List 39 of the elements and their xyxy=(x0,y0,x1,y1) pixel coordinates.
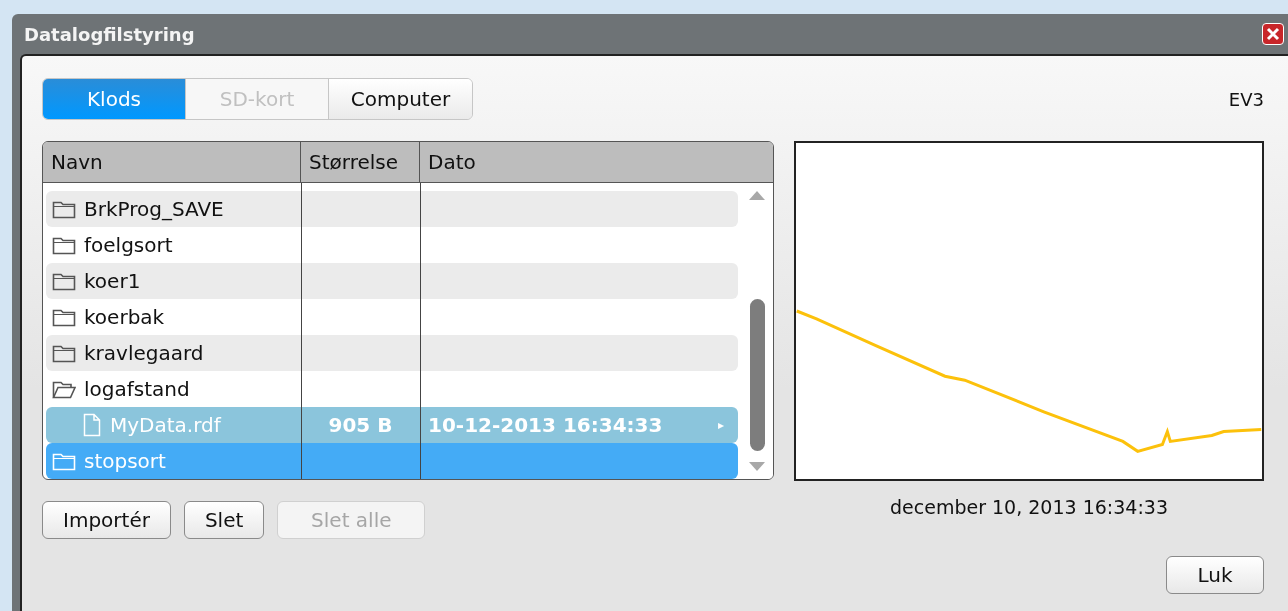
file-name: koer1 xyxy=(84,268,141,295)
expand-arrow: ▸ xyxy=(718,417,726,434)
action-button[interactable]: Importér xyxy=(42,501,171,539)
folder-icon xyxy=(52,343,76,363)
folder-icon xyxy=(52,271,76,291)
folder-icon xyxy=(52,235,76,255)
file-size: 905 B xyxy=(327,412,394,439)
file-icon xyxy=(82,413,102,437)
folder-icon xyxy=(52,451,76,471)
folder-icon xyxy=(52,307,76,327)
window-title: Datalogfilstyring xyxy=(24,22,195,47)
file-row[interactable]: logafstand xyxy=(46,371,738,407)
column-header: Navn xyxy=(43,142,301,182)
file-name: MyData.rdf xyxy=(110,412,221,439)
close-button[interactable]: Luk xyxy=(1166,556,1264,594)
column-header: Dato xyxy=(427,149,477,176)
close-icon[interactable] xyxy=(1262,23,1284,45)
action-button[interactable]: Slet xyxy=(183,501,265,539)
file-name: kravlegaard xyxy=(84,340,204,367)
scroll-down-icon[interactable] xyxy=(748,461,766,473)
column-header: Størrelse xyxy=(301,142,420,182)
chart-caption: december 10, 2013 16:34:33 xyxy=(890,495,1168,520)
file-row[interactable]: koer1 xyxy=(46,263,738,299)
file-row[interactable]: kravlegaard xyxy=(46,335,738,371)
device-label: EV3 xyxy=(1228,88,1264,112)
file-row[interactable]: foelgsort xyxy=(46,227,738,263)
folder-icon xyxy=(52,199,76,219)
file-name: stopsort xyxy=(84,448,166,475)
file-name: koerbak xyxy=(84,304,165,331)
file-date: 10-12-2013 16:34:33 xyxy=(427,412,664,439)
file-row[interactable]: BrkProg_SAVE xyxy=(46,191,738,227)
file-name: logafstand xyxy=(84,376,190,403)
file-name: BrkProg_SAVE xyxy=(84,196,224,223)
tab[interactable]: Computer xyxy=(329,79,472,119)
file-row[interactable]: koerbak xyxy=(46,299,738,335)
scroll-up-icon[interactable] xyxy=(748,189,766,201)
file-name: foelgsort xyxy=(84,232,173,259)
open-folder-icon xyxy=(52,379,76,399)
scrollbar-thumb[interactable] xyxy=(749,299,765,451)
